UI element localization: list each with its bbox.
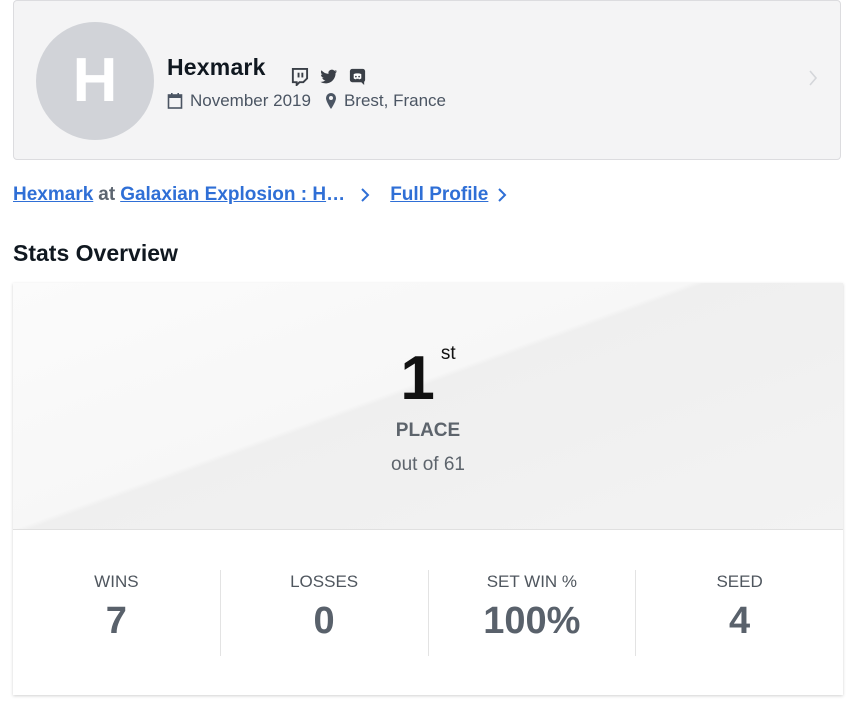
stat-label: WINS (94, 572, 139, 591)
event-link[interactable]: Galaxian Explosion : Heart of the Cards (120, 184, 348, 206)
placing-suffix: st (440, 343, 456, 364)
stat-label: SEED (716, 572, 763, 591)
twitch-icon[interactable] (290, 67, 309, 86)
full-profile-link[interactable]: Full Profile (390, 184, 488, 206)
placing-panel: 1st PLACE out of 61 (13, 283, 843, 530)
profile-card[interactable]: H Hexmark November 2019 Brest, France (13, 0, 841, 160)
calendar-icon (167, 93, 183, 109)
stat-label: SET WIN % (486, 572, 578, 591)
location: Brest, France (343, 91, 447, 110)
stat-losses: LOSSES 0 (221, 570, 429, 656)
placing-out-of: out of 61 (391, 454, 465, 475)
stat-seed: SEED 4 (636, 570, 843, 656)
stats-card: 1st PLACE out of 61 WINS 7 LOSSES 0 SET … (13, 283, 843, 695)
twitter-icon[interactable] (319, 67, 338, 86)
chevron-right-icon[interactable] (808, 69, 818, 87)
location-pin-icon (325, 93, 336, 109)
breadcrumb: Hexmark at Galaxian Explosion : Heart of… (13, 184, 507, 206)
placing-label: PLACE (395, 420, 461, 441)
discord-icon[interactable] (348, 67, 367, 86)
avatar: H (36, 22, 154, 140)
player-link[interactable]: Hexmark (13, 184, 93, 206)
chevron-right-icon (361, 188, 370, 202)
stat-value: 0 (313, 600, 335, 642)
stat-wins: WINS 7 (13, 570, 221, 656)
player-name: Hexmark (167, 54, 266, 80)
stat-value: 7 (105, 600, 127, 642)
joined-date: November 2019 (190, 91, 311, 110)
stat-set-win: SET WIN % 100% (429, 570, 637, 656)
social-links (290, 67, 367, 86)
profile-meta: November 2019 Brest, France (167, 91, 446, 111)
stat-label: LOSSES (290, 572, 359, 591)
stat-value: 100% (483, 600, 581, 642)
at-text: at (98, 184, 116, 205)
placing-number: 1st (13, 343, 843, 414)
placing-value: 1 (400, 344, 435, 413)
stat-value: 4 (729, 600, 751, 642)
section-title: Stats Overview (13, 240, 178, 266)
chevron-right-icon (498, 188, 507, 202)
stats-row: WINS 7 LOSSES 0 SET WIN % 100% SEED 4 (13, 570, 843, 656)
